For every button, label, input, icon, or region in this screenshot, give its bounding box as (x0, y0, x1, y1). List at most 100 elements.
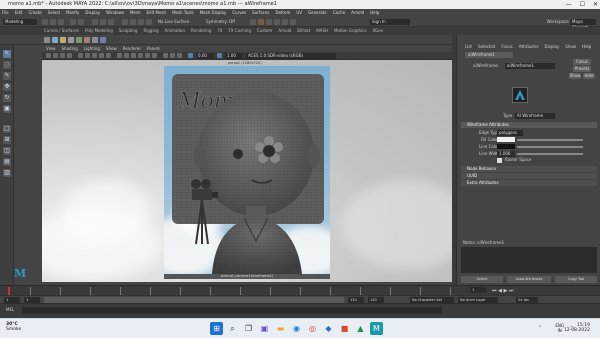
persp-outliner-icon[interactable]: ▥ (3, 169, 11, 177)
grid-toggle-icon[interactable] (78, 53, 83, 58)
file-explorer-icon[interactable]: ▬ (274, 322, 287, 335)
lasso-tool-icon[interactable]: ◌ (3, 61, 11, 69)
focus-button[interactable]: Focus (573, 59, 591, 65)
office-icon[interactable]: ■ (338, 322, 351, 335)
menu-edit[interactable]: Edit (15, 9, 23, 17)
minimize-button[interactable]: — (566, 0, 572, 9)
rotate-tool-icon[interactable]: ↻ (3, 94, 11, 102)
image-plane-icon[interactable] (67, 53, 72, 58)
chrome-icon[interactable]: ◎ (306, 322, 319, 335)
sign-in-button[interactable]: Sign In (370, 19, 410, 25)
ae-node-tab[interactable]: aiWireframe1 (465, 52, 513, 58)
menu-generate[interactable]: Generate (308, 9, 327, 17)
gamma-field[interactable]: 1.00 (225, 53, 243, 59)
edge-type-dropdown[interactable]: polygons (497, 130, 523, 136)
menu-set-dropdown[interactable]: Modeling (3, 19, 37, 25)
panel-menu-show[interactable]: Show (106, 45, 117, 52)
render-settings-icon[interactable] (274, 19, 280, 25)
panel-menu-lighting[interactable]: Lighting (84, 45, 100, 52)
snap-point-icon[interactable] (138, 19, 144, 25)
panel-menu-panels[interactable]: Panels (147, 45, 160, 52)
language-indicator[interactable]: ENG IN (555, 323, 564, 333)
menu-deform[interactable]: Deform (275, 9, 290, 17)
fill-color-slider[interactable] (517, 139, 583, 141)
shelf-tab-curves[interactable]: Curves / Surfaces (44, 27, 79, 35)
vlc-icon[interactable]: ▲ (354, 322, 367, 335)
panel-menu-view[interactable]: View (46, 45, 56, 52)
symmetry-label[interactable]: Symmetry: Off (206, 19, 235, 25)
ae-select-button[interactable]: Select (461, 276, 503, 283)
new-scene-icon[interactable] (42, 19, 48, 25)
close-button[interactable]: ✕ (593, 0, 598, 9)
redo-icon[interactable] (78, 19, 84, 25)
camera-attributes-icon[interactable] (53, 53, 58, 58)
section-uuid[interactable]: UUID (461, 173, 597, 179)
shelf-icon-7[interactable] (92, 37, 98, 43)
workspace-dropdown[interactable]: Maya Classic* (570, 19, 596, 30)
store-icon[interactable]: ◆ (322, 322, 335, 335)
menu-create[interactable]: Create (28, 9, 41, 17)
gate-mask-icon[interactable] (99, 53, 104, 58)
colorspace-dropdown[interactable]: ACES 1.0 SDR-video (sRGB) (246, 53, 336, 59)
shelf-tab-custom[interactable]: Custom (257, 27, 272, 35)
scale-tool-icon[interactable]: ▣ (3, 105, 11, 113)
line-color-slider[interactable] (517, 146, 583, 148)
shadows-icon[interactable] (152, 53, 157, 58)
edge-icon[interactable]: ◉ (290, 322, 303, 335)
render-view-icon[interactable] (258, 19, 264, 25)
task-view-icon[interactable]: ❐ (242, 322, 255, 335)
shelf-tab-mash[interactable]: MASH (316, 27, 328, 35)
ae-node-name-field[interactable]: aiWireframe1 (505, 63, 555, 69)
undo-icon[interactable] (70, 19, 76, 25)
raster-space-checkbox[interactable] (497, 158, 502, 163)
snap-view-icon[interactable] (146, 19, 152, 25)
single-view-icon[interactable]: □ (3, 125, 11, 133)
shelf-tab-rendering[interactable]: Rendering (191, 27, 211, 35)
ae-load-attributes-button[interactable]: Load Attributes (507, 276, 551, 283)
shelf-tab-arnold[interactable]: Arnold (278, 27, 291, 35)
shelf-tab-fx[interactable]: FX (217, 27, 222, 35)
lights-icon[interactable] (145, 53, 150, 58)
viewport[interactable]: Momo persp1 (1280x720) pink:all_camera1(… (42, 60, 452, 282)
line-color-swatch[interactable] (497, 144, 515, 149)
four-view-icon[interactable]: ⊞ (3, 136, 11, 144)
camera-select-icon[interactable] (46, 53, 51, 58)
ae-menu-focus[interactable]: Focus (501, 43, 512, 50)
start-icon[interactable]: ⊞ (210, 322, 223, 335)
menu-mesh-tools[interactable]: Mesh Tools (172, 9, 194, 17)
hypershade-icon[interactable] (282, 19, 288, 25)
menu-modify[interactable]: Modify (66, 9, 79, 17)
wireframe-on-shaded-icon[interactable] (131, 53, 136, 58)
isolate-select-icon[interactable] (163, 53, 168, 58)
ae-menu-show[interactable]: Show (565, 43, 576, 50)
exposure-field[interactable]: 0.00 (196, 53, 214, 59)
menu-arnold[interactable]: Arnold (351, 9, 364, 17)
menu-edit-mesh[interactable]: Edit Mesh (147, 9, 167, 17)
snap-curve-icon[interactable] (130, 19, 136, 25)
shelf-tab-rigging[interactable]: Rigging (143, 27, 158, 35)
current-frame-field[interactable]: 1 (470, 287, 486, 293)
current-time-marker[interactable] (8, 287, 10, 295)
menu-cache[interactable]: Cache (333, 9, 345, 17)
time-slider[interactable]: 1 ⏮ ◀ ▶ ⏭ (0, 285, 600, 295)
shelf-icon-8[interactable] (100, 37, 106, 43)
persp-graph-icon[interactable]: ▤ (3, 158, 11, 166)
section-node-behavior[interactable]: Node Behavior (461, 166, 597, 172)
save-scene-icon[interactable] (58, 19, 64, 25)
menu-uv[interactable]: UV (296, 9, 302, 17)
menu-help[interactable]: Help (370, 9, 379, 17)
shelf-tab-poly[interactable]: Poly Modeling (85, 27, 113, 35)
render-frame-icon[interactable] (250, 19, 256, 25)
panel-menu-shading[interactable]: Shading (62, 45, 78, 52)
playback-controls[interactable]: ⏮ ◀ ▶ ⏭ (492, 288, 513, 294)
shelf-tab-bifrost[interactable]: Bifrost (297, 27, 310, 35)
arnold-render-icon[interactable] (290, 19, 296, 25)
shelf-icon-3[interactable] (60, 37, 66, 43)
shelf-tab-xgen[interactable]: XGen (372, 27, 383, 35)
notes-textarea[interactable] (461, 247, 597, 273)
ae-menu-selected[interactable]: Selected (478, 43, 495, 50)
shelf-tab-fx-caching[interactable]: FX Caching (229, 27, 251, 35)
shelf-icon-2[interactable] (52, 37, 58, 43)
search-icon[interactable]: ⌕ (226, 322, 239, 335)
ae-menu-help[interactable]: Help (582, 43, 591, 50)
